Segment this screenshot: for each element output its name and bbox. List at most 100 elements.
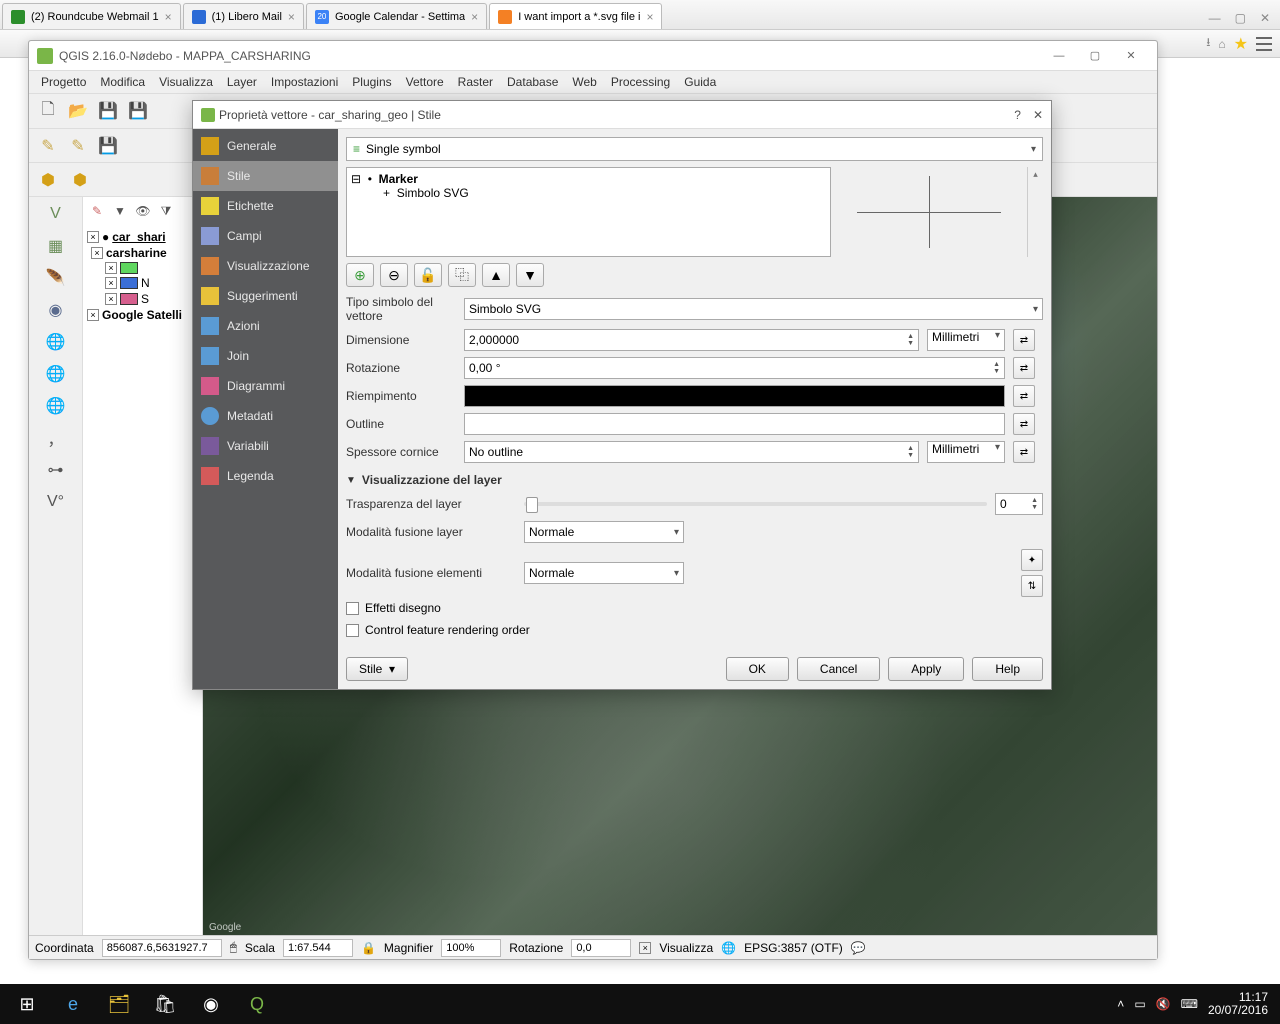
layer-item[interactable]: × carsharine bbox=[87, 245, 198, 261]
globe-wfs-icon[interactable]: 🌐 bbox=[43, 393, 69, 419]
style-icon[interactable]: ✎ bbox=[87, 201, 107, 221]
help-button[interactable]: Help bbox=[972, 657, 1043, 681]
menu-raster[interactable]: Raster bbox=[452, 73, 499, 91]
rotazione-field[interactable]: 0,00 °▲▼ bbox=[464, 357, 1005, 379]
data-defined-button[interactable]: ⇄ bbox=[1013, 385, 1035, 407]
remove-symbol-button[interactable]: ⊖ bbox=[380, 263, 408, 287]
qgis-titlebar[interactable]: QGIS 2.16.0-Nødebo - MAPPA_CARSHARING — … bbox=[29, 41, 1157, 71]
spessore-unit-combo[interactable]: Millimetri bbox=[927, 441, 1005, 463]
checkbox-icon[interactable]: × bbox=[105, 262, 117, 274]
sidebar-item-join[interactable]: Join bbox=[193, 341, 338, 371]
chrome-icon[interactable]: ◉ bbox=[188, 984, 234, 1024]
sidebar-item-legenda[interactable]: Legenda bbox=[193, 461, 338, 491]
node-icon[interactable]: ⊶ bbox=[43, 457, 69, 483]
add-layer-icon[interactable]: ⬢ bbox=[35, 167, 61, 193]
spessore-field[interactable]: No outline▲▼ bbox=[464, 441, 919, 463]
dimensione-field[interactable]: 2,000000▲▼ bbox=[464, 329, 919, 351]
symbol-tree[interactable]: ⊟ • Marker + Simbolo SVG bbox=[346, 167, 831, 257]
stile-menu-button[interactable]: Stile ▾ bbox=[346, 657, 408, 681]
checkbox-icon[interactable]: × bbox=[91, 247, 103, 259]
menu-processing[interactable]: Processing bbox=[605, 73, 676, 91]
messages-icon[interactable]: 💬 bbox=[851, 941, 866, 955]
file-explorer-icon[interactable]: 🗂 bbox=[96, 984, 142, 1024]
ordering-config-button[interactable]: ⇅ bbox=[1021, 575, 1043, 597]
duplicate-symbol-button[interactable]: ⿻ bbox=[448, 263, 476, 287]
start-button[interactable]: ⊞ bbox=[4, 984, 50, 1024]
tipo-simbolo-combo[interactable]: Simbolo SVG bbox=[464, 298, 1043, 320]
vector-layer-icon[interactable]: V bbox=[43, 201, 69, 227]
dialog-titlebar[interactable]: Proprietà vettore - car_sharing_geo | St… bbox=[193, 101, 1051, 129]
window-restore-icon[interactable]: ▢ bbox=[1235, 11, 1246, 25]
layer-rendering-header[interactable]: Visualizzazione del layer bbox=[346, 473, 1043, 487]
window-restore-icon[interactable]: ▢ bbox=[1077, 45, 1113, 67]
outline-color-button[interactable] bbox=[464, 413, 1005, 435]
keyboard-icon[interactable]: ⌨ bbox=[1181, 997, 1198, 1011]
system-clock[interactable]: 11:17 20/07/2016 bbox=[1208, 991, 1268, 1017]
globe-wcs-icon[interactable]: 🌐 bbox=[43, 361, 69, 387]
tray-up-icon[interactable]: ˄ bbox=[1117, 997, 1124, 1011]
cancel-button[interactable]: Cancel bbox=[797, 657, 880, 681]
layer-item[interactable]: × S bbox=[87, 291, 198, 307]
transparency-value[interactable]: 0▲▼ bbox=[995, 493, 1043, 515]
edge-icon[interactable]: e bbox=[50, 984, 96, 1024]
bookmark-star-icon[interactable]: ★ bbox=[1234, 34, 1248, 54]
checkbox-icon[interactable]: × bbox=[87, 309, 99, 321]
comma-icon[interactable]: ， bbox=[43, 425, 69, 451]
save-project-icon[interactable]: 💾 bbox=[95, 98, 121, 124]
menu-web[interactable]: Web bbox=[566, 73, 602, 91]
virtual-layer-icon[interactable]: V° bbox=[43, 489, 69, 515]
close-icon[interactable]: × bbox=[646, 10, 653, 24]
sidebar-item-campi[interactable]: Campi bbox=[193, 221, 338, 251]
data-defined-button[interactable]: ⇄ bbox=[1013, 441, 1035, 463]
effects-checkbox[interactable] bbox=[346, 602, 359, 615]
crs-icon[interactable]: 🌐 bbox=[721, 941, 736, 955]
blend-elem-combo[interactable]: Normale bbox=[524, 562, 684, 584]
ok-button[interactable]: OK bbox=[726, 657, 789, 681]
window-close-icon[interactable]: ✕ bbox=[1260, 11, 1270, 25]
menu-database[interactable]: Database bbox=[501, 73, 564, 91]
sidebar-item-stile[interactable]: Stile bbox=[193, 161, 338, 191]
home-icon[interactable]: ⌂ bbox=[1218, 37, 1225, 51]
pencil-icon[interactable]: ✎ bbox=[35, 133, 61, 159]
mouse-icon[interactable]: 🖱 bbox=[230, 940, 237, 955]
download-icon[interactable]: ⭳ bbox=[1206, 33, 1210, 54]
save-as-icon[interactable]: 💾 bbox=[125, 98, 151, 124]
add-symbol-button[interactable]: ⊕ bbox=[346, 263, 374, 287]
lock-symbol-button[interactable]: 🔓 bbox=[414, 263, 442, 287]
fill-color-button[interactable] bbox=[464, 385, 1005, 407]
scrollbar[interactable]: ▴ bbox=[1027, 167, 1043, 257]
menu-vettore[interactable]: Vettore bbox=[400, 73, 450, 91]
database-icon[interactable]: ◉ bbox=[43, 297, 69, 323]
close-icon[interactable]: × bbox=[165, 10, 172, 24]
menu-plugins[interactable]: Plugins bbox=[346, 73, 397, 91]
menu-icon[interactable] bbox=[1256, 37, 1272, 51]
sidebar-item-visualizzazione[interactable]: Visualizzazione bbox=[193, 251, 338, 281]
magnifier-field[interactable] bbox=[441, 939, 501, 957]
close-icon[interactable]: ✕ bbox=[1033, 108, 1043, 122]
close-icon[interactable]: × bbox=[471, 10, 478, 24]
scale-field[interactable] bbox=[283, 939, 353, 957]
open-project-icon[interactable]: 📂 bbox=[65, 98, 91, 124]
menu-modifica[interactable]: Modifica bbox=[94, 73, 151, 91]
menu-progetto[interactable]: Progetto bbox=[35, 73, 92, 91]
new-project-icon[interactable]: 🗋 bbox=[35, 98, 61, 124]
raster-layer-icon[interactable]: ▦ bbox=[43, 233, 69, 259]
qgis-taskbar-icon[interactable]: Q bbox=[234, 984, 280, 1024]
store-icon[interactable]: 🛍 bbox=[142, 984, 188, 1024]
window-close-icon[interactable]: ✕ bbox=[1113, 45, 1149, 67]
lock-icon[interactable]: 🔒 bbox=[361, 941, 376, 955]
ordering-checkbox[interactable] bbox=[346, 624, 359, 637]
checkbox-icon[interactable]: × bbox=[105, 277, 117, 289]
window-minimize-icon[interactable]: — bbox=[1209, 11, 1221, 25]
sidebar-item-metadati[interactable]: Metadati bbox=[193, 401, 338, 431]
symbol-type-combo[interactable]: ≡ Single symbol ▾ bbox=[346, 137, 1043, 161]
browser-tab[interactable]: (2) Roundcube Webmail 1× bbox=[2, 3, 181, 29]
help-icon[interactable]: ? bbox=[1014, 108, 1021, 122]
sidebar-item-generale[interactable]: Generale bbox=[193, 131, 338, 161]
data-defined-button[interactable]: ⇄ bbox=[1013, 357, 1035, 379]
volume-icon[interactable]: 🔇 bbox=[1156, 997, 1171, 1011]
menu-impostazioni[interactable]: Impostazioni bbox=[265, 73, 344, 91]
checkbox-icon[interactable]: × bbox=[105, 293, 117, 305]
move-up-button[interactable]: ▲ bbox=[482, 263, 510, 287]
rotation-field[interactable] bbox=[571, 939, 631, 957]
